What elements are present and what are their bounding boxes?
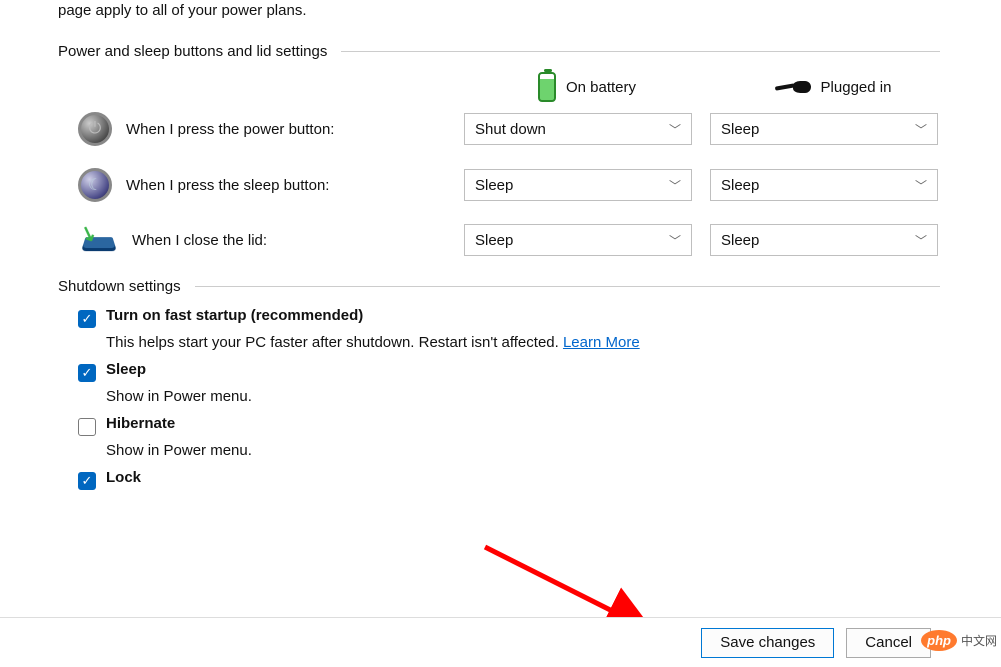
column-on-battery: On battery <box>464 72 710 102</box>
chevron-down-icon: ﹀ <box>669 232 681 249</box>
divider <box>195 286 940 287</box>
section-buttons-title: Power and sleep buttons and lid settings <box>58 43 327 60</box>
divider <box>341 51 940 52</box>
fast-startup-checkbox[interactable] <box>78 310 96 328</box>
column-plugged-in: Plugged in <box>710 77 956 97</box>
intro-text: page apply to all of your power plans. <box>58 0 940 21</box>
hibernate-checkbox[interactable] <box>78 418 96 436</box>
chevron-down-icon: ﹀ <box>669 177 681 194</box>
sleep-label: Sleep <box>106 361 146 378</box>
chevron-down-icon: ﹀ <box>669 121 681 138</box>
battery-icon <box>538 72 556 102</box>
section-shutdown-heading: Shutdown settings <box>58 278 940 295</box>
lid-plugged-select[interactable]: Sleep ﹀ <box>710 224 938 256</box>
laptop-lid-icon <box>78 225 118 255</box>
power-button-plugged-select[interactable]: Sleep ﹀ <box>710 113 938 145</box>
hibernate-label: Hibernate <box>106 415 175 432</box>
power-button-battery-select[interactable]: Shut down ﹀ <box>464 113 692 145</box>
watermark-text: 中文网 <box>961 632 997 649</box>
column-plugged-in-label: Plugged in <box>821 79 892 96</box>
learn-more-link[interactable]: Learn More <box>563 334 640 351</box>
power-button-row-label: When I press the power button: <box>126 121 334 138</box>
lock-checkbox[interactable] <box>78 472 96 490</box>
lid-row-label: When I close the lid: <box>132 232 267 249</box>
sleep-button-row-label: When I press the sleep button: <box>126 177 329 194</box>
chevron-down-icon: ﹀ <box>915 121 927 138</box>
sleep-button-plugged-select[interactable]: Sleep ﹀ <box>710 169 938 201</box>
chevron-down-icon: ﹀ <box>915 232 927 249</box>
cancel-button[interactable]: Cancel <box>846 628 931 658</box>
sleep-desc: Show in Power menu. <box>106 388 940 405</box>
sleep-checkbox[interactable] <box>78 364 96 382</box>
shutdown-settings-list: Turn on fast startup (recommended) This … <box>58 307 940 490</box>
section-buttons-heading: Power and sleep buttons and lid settings <box>58 43 940 60</box>
watermark-brand: php <box>921 630 957 651</box>
fast-startup-label: Turn on fast startup (recommended) <box>106 307 363 324</box>
lid-battery-select[interactable]: Sleep ﹀ <box>464 224 692 256</box>
power-button-icon <box>78 112 112 146</box>
save-changes-button[interactable]: Save changes <box>701 628 834 658</box>
fast-startup-desc: This helps start your PC faster after sh… <box>106 334 559 351</box>
plug-icon <box>775 77 811 97</box>
sleep-button-battery-select[interactable]: Sleep ﹀ <box>464 169 692 201</box>
hibernate-desc: Show in Power menu. <box>106 442 940 459</box>
chevron-down-icon: ﹀ <box>915 177 927 194</box>
footer-bar: Save changes Cancel <box>0 617 1001 667</box>
sleep-button-icon <box>78 168 112 202</box>
section-shutdown-title: Shutdown settings <box>58 278 181 295</box>
watermark-badge: php 中文网 <box>921 630 997 651</box>
lock-label: Lock <box>106 469 141 486</box>
column-on-battery-label: On battery <box>566 79 636 96</box>
